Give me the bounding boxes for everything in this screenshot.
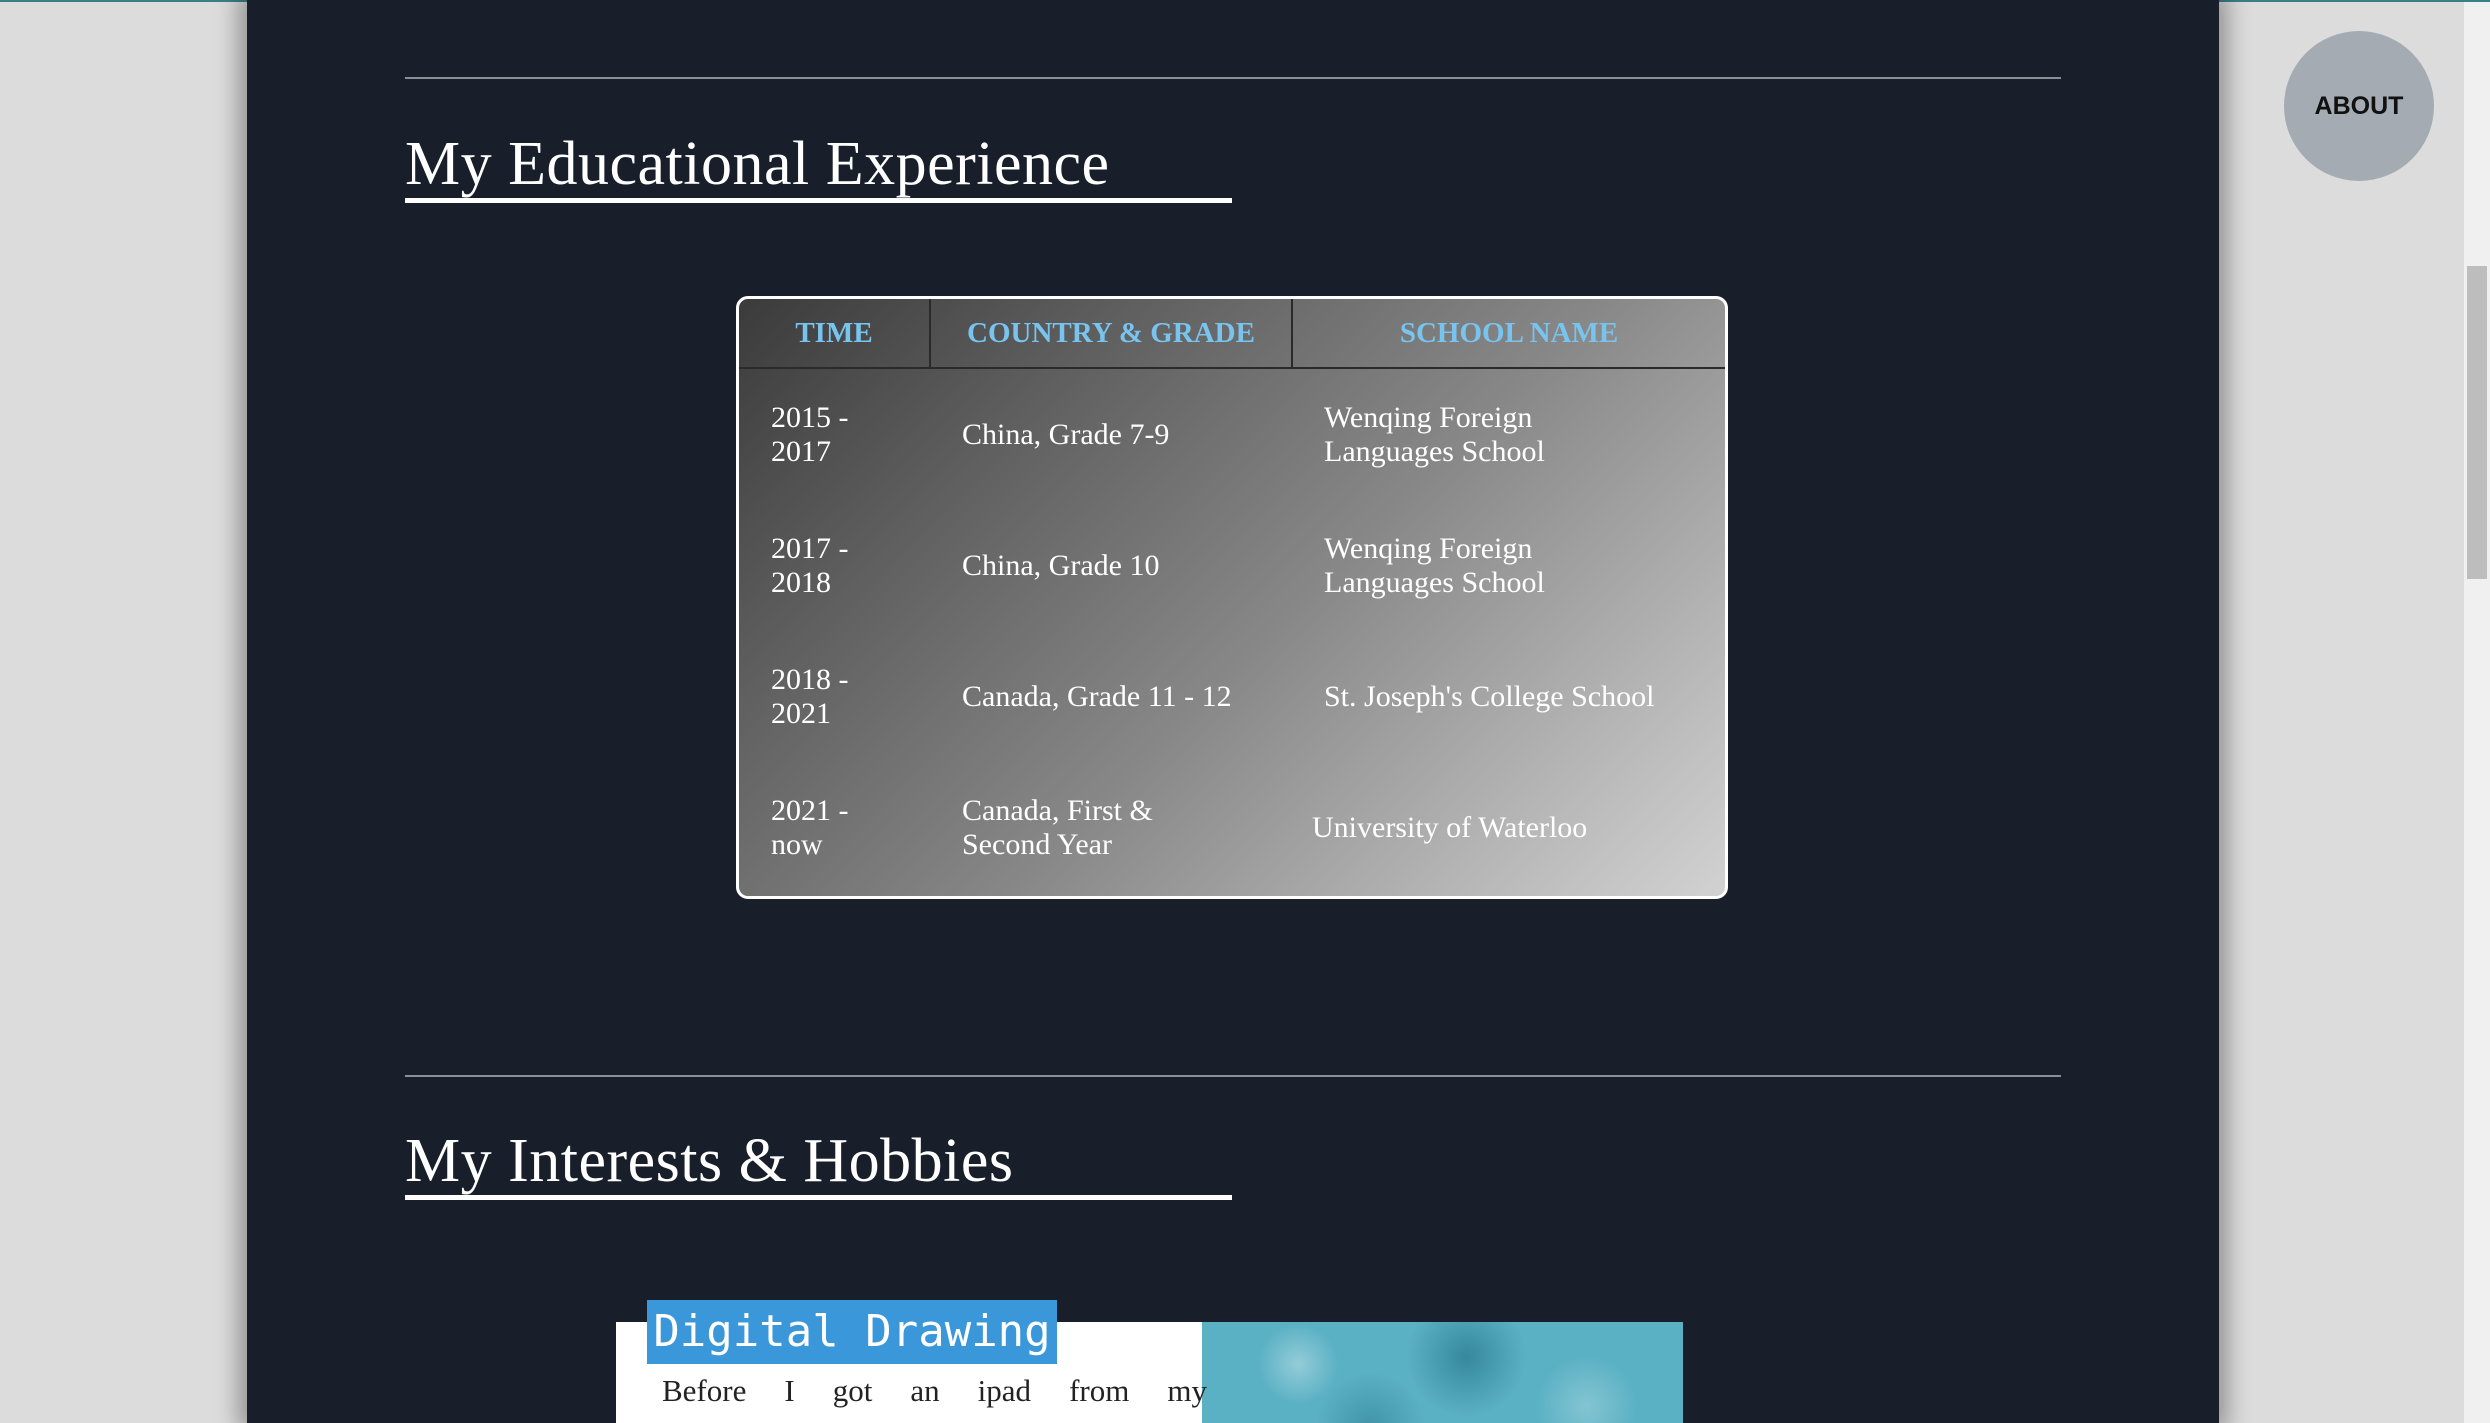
- time-cell: 2015 -2017: [739, 368, 930, 500]
- table-row: 2018 -2021 Canada, Grade 11 - 12 St. Jos…: [739, 631, 1725, 762]
- country-grade-line: China, Grade 10: [962, 548, 1160, 582]
- school-name-line: Languages School: [1324, 565, 1545, 599]
- school-name-cell: Wenqing Foreign Languages School: [1292, 368, 1725, 500]
- country-grade-cell: China, Grade 10: [930, 500, 1292, 631]
- country-grade-cell: Canada, First & Second Year: [930, 762, 1292, 893]
- time-end: 2017: [771, 434, 831, 468]
- watercolor-image: [1202, 1322, 1683, 1423]
- school-name-cell: Wenqing Foreign Languages School: [1292, 500, 1725, 631]
- hobbies-title-underline: [405, 1195, 1232, 1200]
- school-name-cell: University of Waterloo: [1292, 762, 1725, 893]
- time-cell: 2017 -2018: [739, 500, 930, 631]
- school-name-cell: St. Joseph's College School: [1292, 631, 1725, 762]
- hobby-description: Before I got an ipad from my: [662, 1373, 1207, 1408]
- scrollbar-track[interactable]: [2464, 2, 2490, 1423]
- country-grade-cell: Canada, Grade 11 - 12: [930, 631, 1292, 762]
- country-grade-line: Canada, Grade 11 - 12: [962, 679, 1232, 713]
- hobbies-section-title: My Interests & Hobbies: [405, 1127, 1014, 1195]
- time-start: 2021 -: [771, 793, 849, 827]
- school-name-line: Languages School: [1324, 434, 1545, 468]
- time-end: now: [771, 827, 823, 861]
- about-button[interactable]: ABOUT: [2284, 31, 2434, 181]
- time-end: 2021: [771, 696, 831, 730]
- hobby-tag-label: Digital Drawing: [647, 1300, 1057, 1364]
- table-row: 2021 - now Canada, First & Second Year Uni…: [739, 762, 1725, 893]
- table-row: 2017 -2018 China, Grade 10 Wenqing Forei…: [739, 500, 1725, 631]
- school-name-line: University of Waterloo: [1312, 810, 1588, 844]
- country-grade-line: Second Year: [962, 827, 1112, 861]
- time-end: 2018: [771, 565, 831, 599]
- country-grade-cell: China, Grade 7-9: [930, 368, 1292, 500]
- page-content: My Educational Experience TIME COUNTRY &…: [247, 0, 2219, 1423]
- country-grade-line: Canada, First &: [962, 793, 1153, 827]
- time-start: 2018 -: [771, 662, 849, 696]
- section-divider: [405, 77, 2061, 79]
- school-name-line: Wenqing Foreign: [1324, 531, 1533, 565]
- time-cell: 2018 -2021: [739, 631, 930, 762]
- column-header-country-grade: COUNTRY & GRADE: [929, 299, 1292, 369]
- school-name-line: St. Joseph's College School: [1324, 679, 1655, 713]
- column-header-time: TIME: [739, 299, 930, 369]
- table-header-row: TIME COUNTRY & GRADE SCHOOL NAME: [739, 299, 1725, 369]
- time-start: 2015 -: [771, 400, 849, 434]
- section-divider: [405, 1075, 2061, 1077]
- country-grade-line: China, Grade 7-9: [962, 417, 1170, 451]
- time-cell: 2021 - now: [739, 762, 930, 893]
- time-start: 2017 -: [771, 531, 849, 565]
- table-row: 2015 -2017 China, Grade 7-9 Wenqing Fore…: [739, 368, 1725, 500]
- scrollbar-thumb[interactable]: [2467, 266, 2487, 579]
- education-table-card: TIME COUNTRY & GRADE SCHOOL NAME 2015 -2…: [736, 296, 1728, 899]
- education-table: TIME COUNTRY & GRADE SCHOOL NAME 2015 -2…: [739, 299, 1725, 893]
- education-title-underline: [405, 198, 1232, 203]
- school-name-line: Wenqing Foreign: [1324, 400, 1533, 434]
- education-section-title: My Educational Experience: [405, 130, 1110, 198]
- column-header-school-name: SCHOOL NAME: [1291, 299, 1725, 369]
